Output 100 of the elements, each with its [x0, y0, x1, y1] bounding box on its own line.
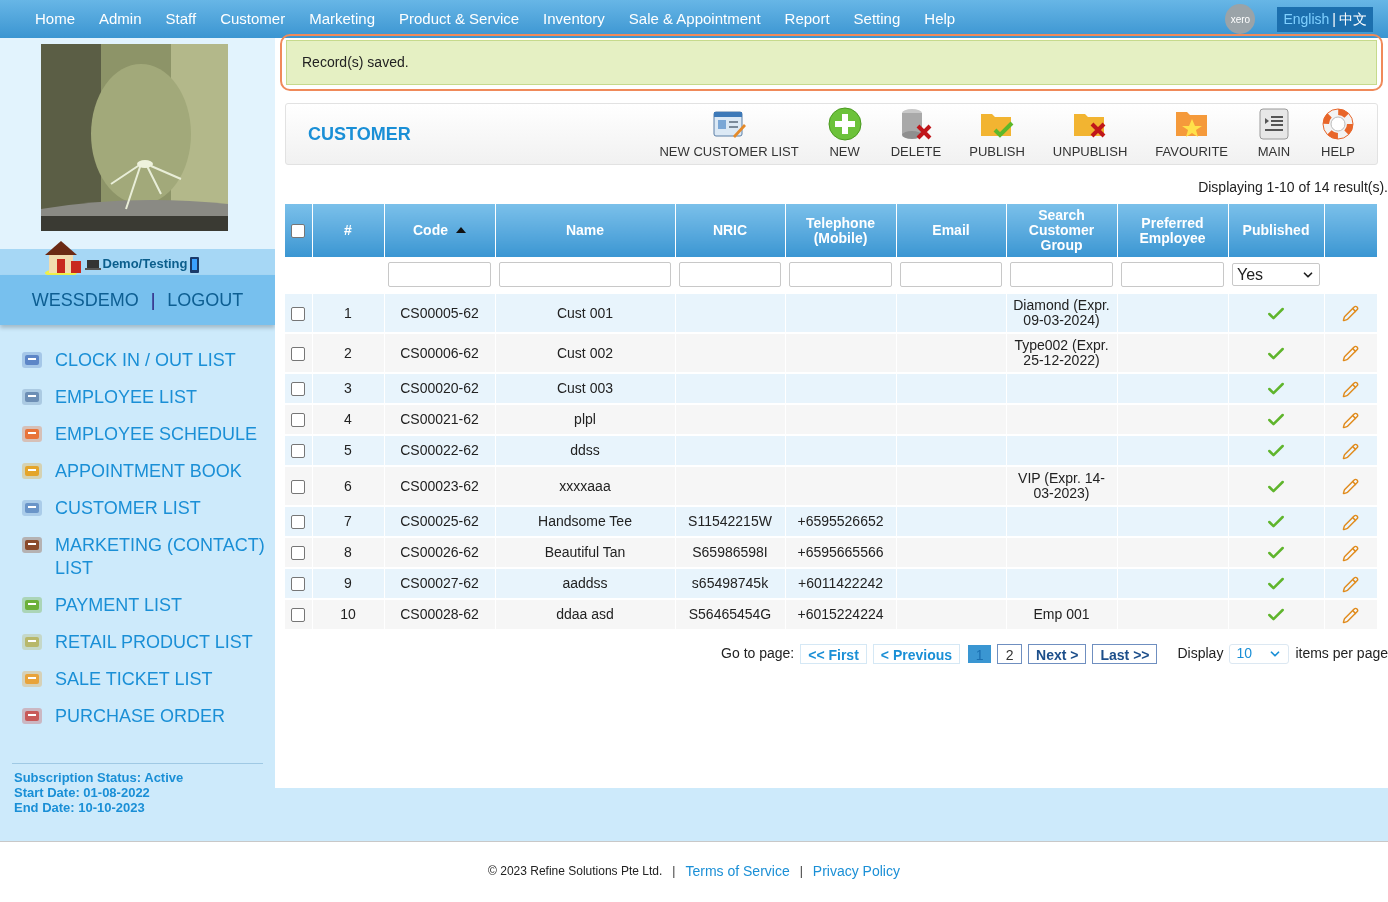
list-icon	[1256, 106, 1292, 143]
nav-link[interactable]: Inventory	[531, 7, 617, 31]
filter-input[interactable]	[789, 262, 892, 287]
nav-link[interactable]: Sale & Appointment	[616, 7, 773, 31]
row-checkbox[interactable]	[291, 515, 306, 530]
language-link[interactable]: 中文	[1339, 8, 1367, 30]
column-header[interactable]: Preferred Employee	[1117, 204, 1228, 257]
table-cell: Handsome Tee	[495, 506, 675, 537]
nav-link[interactable]: Product & Service	[387, 7, 532, 31]
table-cell: xxxxaaa	[495, 466, 675, 506]
sidebar-menu-item[interactable]: EMPLOYEE SCHEDULE	[55, 423, 258, 446]
row-checkbox[interactable]	[291, 479, 306, 494]
toolbar-button[interactable]: DELETE	[877, 106, 955, 162]
nav-link[interactable]: Report	[772, 7, 842, 31]
edit-icon[interactable]	[1342, 513, 1360, 531]
table-cell: 1	[312, 293, 384, 333]
filter-input[interactable]	[1121, 262, 1224, 287]
first-page-button[interactable]: << First	[800, 643, 867, 664]
footer-link[interactable]: Privacy Policy	[812, 860, 900, 882]
row-checkbox[interactable]	[291, 608, 306, 623]
toolbar-button[interactable]: MAIN	[1243, 106, 1305, 162]
row-checkbox[interactable]	[291, 577, 306, 592]
user-link[interactable]: WESSDEMO	[31, 286, 139, 314]
sidebar-menu-item[interactable]: EMPLOYEE LIST	[55, 386, 198, 409]
sidebar-menu-item[interactable]: MARKETING (CONTACT) LIST	[55, 534, 265, 580]
per-page-select[interactable]: 10	[1229, 643, 1290, 664]
row-checkbox[interactable]	[291, 413, 306, 428]
edit-icon[interactable]	[1342, 305, 1360, 323]
nav-link[interactable]: Staff	[153, 7, 209, 31]
filter-input[interactable]	[900, 262, 1002, 287]
table-cell: +6011422242	[785, 568, 896, 599]
column-header[interactable]: Email	[896, 204, 1006, 257]
nav-link[interactable]: Help	[912, 7, 968, 31]
page-button[interactable]: 2	[997, 643, 1023, 664]
previous-page-button[interactable]: < Previous	[872, 643, 961, 664]
row-checkbox[interactable]	[291, 382, 306, 397]
last-page-button[interactable]: Last >>	[1092, 643, 1158, 664]
table-cell: Cust 001	[495, 293, 675, 333]
table-cell: CS00025-62	[384, 506, 495, 537]
row-checkbox[interactable]	[291, 346, 306, 361]
row-checkbox[interactable]	[291, 306, 306, 321]
sidebar-menu-item[interactable]: APPOINTMENT BOOK	[55, 460, 242, 483]
edit-icon[interactable]	[1342, 544, 1360, 562]
nav-link[interactable]: Marketing	[297, 7, 388, 31]
table-cell: aaddss	[495, 568, 675, 599]
edit-icon[interactable]	[1342, 411, 1360, 429]
footer-link[interactable]: Terms of Service	[685, 860, 790, 882]
edit-icon[interactable]	[1342, 606, 1360, 624]
select-all-checkbox[interactable]	[291, 224, 306, 239]
table-cell: 10	[312, 599, 384, 629]
toolbar-button[interactable]: FAVOURITE	[1142, 106, 1241, 162]
subscription-text: Start Date: 01-08-2022	[14, 785, 151, 800]
sidebar-menu-item[interactable]: CLOCK IN / OUT LIST	[55, 349, 236, 372]
toolbar-button[interactable]: NEW	[813, 106, 876, 162]
language-link[interactable]: English	[1283, 8, 1330, 30]
sidebar-menu-item[interactable]: SALE TICKET LIST	[55, 668, 213, 691]
xero-badge[interactable]: xero	[1225, 4, 1256, 34]
result-count: Displaying 1-10 of 14 result(s).	[1197, 178, 1388, 197]
edit-icon[interactable]	[1342, 380, 1360, 398]
filter-input[interactable]	[679, 262, 781, 287]
toolbar-button[interactable]: UNPUBLISH	[1039, 106, 1141, 162]
sidebar-menu-item[interactable]: RETAIL PRODUCT LIST	[55, 631, 253, 654]
separator: |	[1332, 9, 1336, 29]
edit-icon[interactable]	[1342, 345, 1360, 363]
table-cell: ddss	[495, 435, 675, 466]
row-checkbox[interactable]	[291, 546, 306, 561]
nav-link[interactable]: Setting	[841, 7, 913, 31]
table-cell: Diamond (Expr. 09-03-2024)	[1006, 293, 1117, 333]
separator: |	[799, 863, 803, 880]
nav-link[interactable]: Admin	[87, 7, 154, 31]
column-header[interactable]: NRIC	[675, 204, 785, 257]
toolbar-button[interactable]: PUBLISH	[956, 106, 1038, 162]
column-header[interactable]: Code	[384, 204, 495, 257]
edit-icon[interactable]	[1342, 478, 1360, 496]
table-cell: CS00021-62	[384, 404, 495, 435]
sidebar-menu-item[interactable]: CUSTOMER LIST	[55, 497, 201, 520]
edit-icon[interactable]	[1342, 442, 1360, 460]
column-header[interactable]: Telephone (Mobile)	[785, 204, 896, 257]
toolbar-button[interactable]: HELP	[1307, 106, 1369, 162]
edit-icon[interactable]	[1342, 575, 1360, 593]
filter-select[interactable]: Yes	[1232, 263, 1320, 286]
column-header[interactable]: Search Customer Group	[1006, 204, 1117, 257]
table-cell: +6015224224	[785, 599, 896, 629]
column-header[interactable]: #	[312, 204, 384, 257]
filter-input[interactable]	[499, 262, 671, 287]
table-cell: ddaa asd	[495, 599, 675, 629]
lifebuoy-icon	[1320, 106, 1356, 143]
column-header[interactable]: Name	[495, 204, 675, 257]
sidebar-menu-item[interactable]: PAYMENT LIST	[55, 594, 183, 617]
toolbar-button[interactable]: NEW CUSTOMER LIST	[646, 106, 812, 162]
nav-link[interactable]: Home	[23, 7, 87, 31]
column-header[interactable]: Published	[1228, 204, 1324, 257]
nav-link[interactable]: Customer	[208, 7, 298, 31]
filter-input[interactable]	[388, 262, 491, 287]
sidebar-menu-item[interactable]: PURCHASE ORDER	[55, 705, 226, 728]
next-page-button[interactable]: Next >	[1028, 643, 1087, 664]
table-cell: 7	[312, 506, 384, 537]
logout-link[interactable]: LOGOUT	[167, 286, 244, 314]
filter-input[interactable]	[1010, 262, 1113, 287]
row-checkbox[interactable]	[291, 444, 306, 459]
